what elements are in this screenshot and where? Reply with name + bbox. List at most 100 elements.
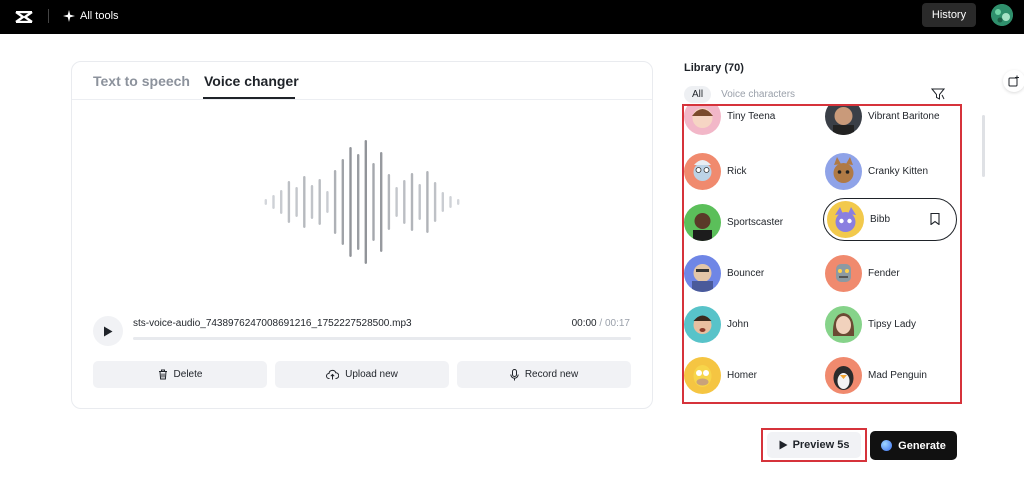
voice-name: Tiny Teena [727,110,776,122]
waveform-bar [310,185,314,219]
waveform-bar [357,154,360,250]
upload-label: Upload new [345,369,398,380]
voice-name: Tipsy Lady [868,318,916,330]
audio-filename: sts-voice-audio_7438976247008691216_1752… [133,318,412,329]
waveform-bar [280,190,283,214]
preview-button[interactable]: Preview 5s [767,432,861,458]
time-separator: / [596,318,605,329]
character-avatar-icon [693,315,712,334]
library-tab-all[interactable]: All [684,85,712,103]
voice-name: Bibb [870,214,891,225]
character-avatar-icon [833,106,854,135]
play-button[interactable] [93,316,123,346]
sparkle-icon [63,10,75,22]
mode-tabs: Text to speech Voice changer [72,62,652,100]
waveform-bar [318,179,321,225]
waveform-bar [272,195,275,209]
waveform-bar [303,176,306,228]
waveform-graphic [264,140,460,264]
audio-time: 00:00 / 00:17 [572,318,630,329]
waveform-bar [333,170,337,234]
microphone-icon [510,368,519,380]
add-image-icon [1008,75,1019,87]
avatar-image-icon [991,4,1013,26]
voice-name: Fender [868,267,900,279]
side-panel-button[interactable] [1003,70,1024,92]
audio-progress-bar[interactable] [133,337,631,340]
voice-avatar [825,152,862,190]
waveform-bar [426,171,429,233]
waveform-bar [449,196,452,208]
waveform-bar [457,199,460,205]
active-tab-indicator [203,97,295,99]
voice-item-selected[interactable]: Bibb [823,198,957,241]
voice-item[interactable]: Vibrant Baritone [825,106,960,136]
voice-name: Mad Penguin [868,369,927,381]
character-avatar-icon [692,107,713,128]
filter-icon[interactable] [931,87,945,101]
bookmark-icon[interactable] [930,213,940,225]
character-avatar-icon [835,207,856,232]
library-scrollbar[interactable] [982,115,985,177]
capcut-logo-icon[interactable] [14,7,34,27]
character-avatar-icon [833,156,854,183]
character-avatar-icon [832,312,855,336]
cloud-upload-icon [326,369,340,380]
history-button[interactable]: History [922,3,976,27]
character-avatar-icon [693,159,712,181]
voice-avatar [684,203,721,241]
voice-item[interactable]: Mad Penguin [825,355,960,395]
waveform-bar [418,184,421,220]
voice-name: Bouncer [727,267,765,279]
top-bar: All tools History [0,0,1024,34]
voice-item[interactable]: Tipsy Lady [825,304,960,344]
generate-button[interactable]: Generate [870,431,957,460]
preview-label: Preview 5s [792,439,850,451]
voice-avatar [684,305,721,343]
voice-name: John [727,318,749,330]
voice-changer-panel: Text to speech Voice changer sts-voice-a… [71,61,653,409]
voice-avatar [684,254,721,292]
character-avatar-icon [693,364,712,387]
total-time: 00:17 [604,318,630,329]
record-label: Record new [524,369,579,380]
waveform-bar [341,159,344,245]
voice-name: Vibrant Baritone [868,110,940,122]
voice-avatar [825,106,862,135]
preview-button-highlight: Preview 5s [761,428,867,462]
tab-text-to-speech[interactable]: Text to speech [93,73,190,89]
user-avatar[interactable] [991,4,1013,26]
waveform-bar [403,180,406,224]
character-avatar-icon [836,263,851,282]
voice-item[interactable]: Sportscaster [684,202,820,242]
upload-new-button[interactable]: Upload new [275,361,449,388]
voice-avatar [825,254,862,292]
voice-avatar [684,356,721,394]
voice-item[interactable]: John [684,304,820,344]
voice-item[interactable]: Bouncer [684,253,820,293]
record-new-button[interactable]: Record new [457,361,631,388]
all-tools-button[interactable]: All tools [63,7,119,25]
waveform-bar [433,182,437,222]
voice-name: Sportscaster [727,216,784,228]
waveform-bar [441,192,444,212]
library-title: Library (70) [684,62,744,74]
library-filter-tabs: All Voice characters [684,85,795,103]
tab-voice-changer[interactable]: Voice changer [204,73,299,89]
library-tab-voice-characters[interactable]: Voice characters [721,89,795,100]
delete-button[interactable]: Delete [93,361,267,388]
waveform-bar [364,140,367,264]
voice-name: Cranky Kitten [868,165,929,177]
voice-avatar [684,106,721,135]
character-avatar-icon [693,212,712,241]
trash-icon [158,369,167,380]
voice-item[interactable]: Rick [684,151,820,191]
waveform-bar [387,174,391,230]
waveform-bar [264,199,267,205]
voice-item[interactable]: Cranky Kitten [825,151,960,191]
voice-item[interactable]: Fender [825,253,960,293]
voice-item[interactable]: Tiny Teena [684,106,820,136]
waveform-bar [410,173,414,231]
voice-item[interactable]: Homer [684,355,820,395]
waveform-bar [380,152,383,252]
